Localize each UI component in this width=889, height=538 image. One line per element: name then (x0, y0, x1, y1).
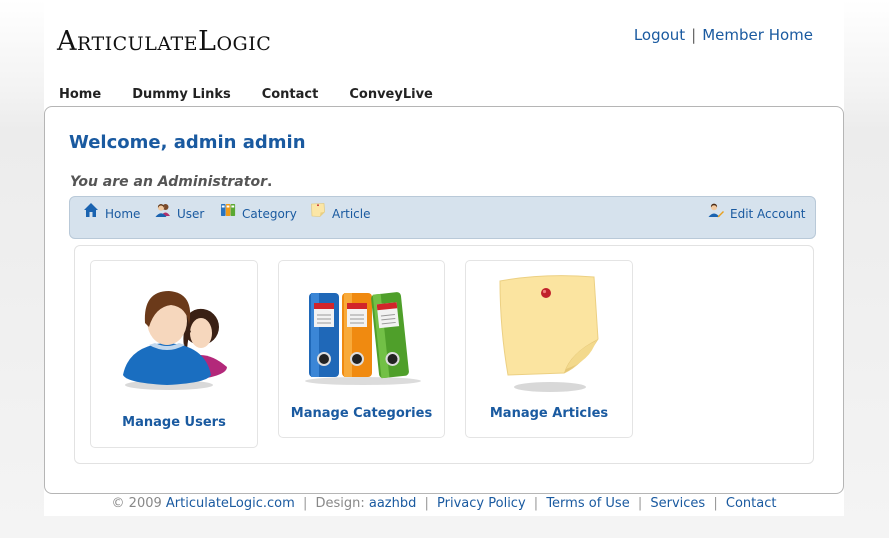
welcome-heading: Welcome, admin admin (69, 132, 306, 153)
footer-site-link[interactable]: ArticulateLogic.com (166, 496, 295, 511)
nav-item-conveylive[interactable]: ConveyLive (349, 87, 433, 102)
footer-copyright: © 2009 (111, 496, 162, 511)
admin-toolbar: Home User Category Article Edit Account (69, 196, 816, 239)
toolbar-article-label: Article (332, 207, 371, 221)
site-logo[interactable]: ArticulateLogic (57, 26, 271, 57)
role-label: You are an Administrator (70, 174, 267, 190)
toolbar-user-label: User (177, 207, 205, 221)
nav-item-dummy-links[interactable]: Dummy Links (132, 87, 231, 102)
toolbar-edit-account-label: Edit Account (730, 207, 806, 221)
member-home-link[interactable]: Member Home (702, 26, 813, 44)
footer-contact-link[interactable]: Contact (726, 496, 777, 511)
toolbar-category-label: Category (242, 207, 297, 221)
footer-terms-link[interactable]: Terms of Use (546, 496, 629, 511)
main-nav: Home Dummy Links Contact ConveyLive (59, 87, 464, 102)
role-text: You are an Administrator. (70, 174, 272, 190)
footer: © 2009 ArticulateLogic.com | Design: aaz… (44, 494, 844, 516)
footer-separator: | (533, 496, 539, 511)
footer-separator: | (302, 496, 308, 511)
manage-articles-label: Manage Articles (489, 406, 609, 421)
footer-privacy-link[interactable]: Privacy Policy (437, 496, 526, 511)
logout-link[interactable]: Logout (634, 26, 685, 44)
footer-separator: | (713, 496, 718, 511)
manage-users-label: Manage Users (122, 415, 226, 430)
footer-design-label: Design: (315, 496, 365, 511)
footer-separator: | (637, 496, 643, 511)
role-period: . (266, 174, 273, 190)
home-icon (84, 203, 98, 217)
toolbar-home[interactable]: Home (83, 203, 141, 221)
footer-services-link[interactable]: Services (650, 496, 705, 511)
manage-categories-card[interactable]: Manage Categories (278, 260, 445, 438)
top-links-separator: | (691, 26, 697, 44)
manage-articles-card[interactable]: Manage Articles (465, 260, 633, 438)
footer-designer-link[interactable]: aazhbd (369, 496, 417, 511)
binders-icon (221, 204, 236, 216)
nav-item-home[interactable]: Home (59, 87, 101, 102)
user-icon (155, 204, 170, 217)
top-links: Logout | Member Home (634, 26, 813, 44)
users-icon (123, 291, 227, 390)
edit-account-icon (708, 203, 724, 218)
toolbar-category[interactable]: Category (220, 204, 297, 221)
manage-categories-label: Manage Categories (290, 406, 433, 421)
toolbar-article[interactable]: Article (310, 203, 371, 221)
footer-separator: | (424, 496, 429, 511)
binders-icon (305, 292, 421, 385)
toolbar-user[interactable]: User (155, 204, 205, 221)
sticky-note-icon (311, 203, 325, 217)
nav-item-contact[interactable]: Contact (262, 87, 319, 102)
sticky-note-icon (499, 275, 599, 392)
toolbar-home-label: Home (105, 207, 141, 221)
manage-users-card[interactable]: Manage Users (90, 260, 258, 448)
toolbar-edit-account[interactable]: Edit Account (708, 203, 806, 221)
